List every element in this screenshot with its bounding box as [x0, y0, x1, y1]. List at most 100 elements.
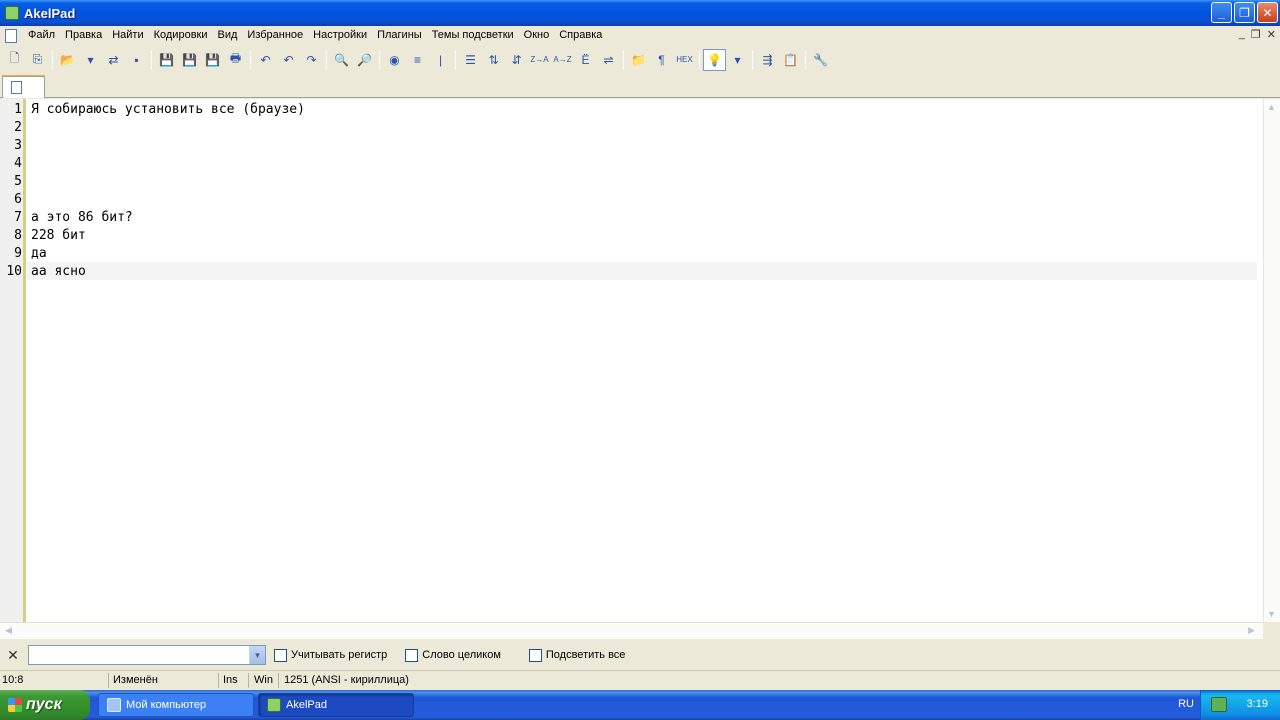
settings-button[interactable]: 🔧 [809, 49, 832, 71]
undo-button[interactable]: ↶ [277, 49, 300, 71]
whole-word-checkbox[interactable] [405, 648, 419, 662]
za-button[interactable]: Z→A [528, 49, 551, 71]
encoding[interactable]: 1251 (ANSI - кириллица) [284, 674, 409, 686]
close-doc-button[interactable]: ▪ [125, 49, 148, 71]
text-line[interactable]: Я собираюсь установить все (браузе) [31, 101, 305, 119]
whole-word-option[interactable]: Слово целиком [405, 648, 501, 662]
goto-button[interactable]: ◉ [383, 49, 406, 71]
task-my-computer[interactable]: Мой компьютер [98, 693, 254, 717]
az-button[interactable]: A→Z [551, 49, 574, 71]
case-icon: Ё [581, 52, 590, 67]
menu-item[interactable]: Справка [554, 26, 607, 45]
list-button[interactable]: ☰ [459, 49, 482, 71]
scroll-down-icon[interactable]: ▼ [1267, 609, 1276, 619]
match-case-option[interactable]: Учитывать регистр [274, 648, 387, 662]
horizontal-scrollbar[interactable]: ◀ ▶ [0, 622, 1263, 639]
copy-icon: ⎘ [32, 52, 43, 66]
pilcrow-button[interactable]: ¶ [650, 49, 673, 71]
menu-item[interactable]: Найти [107, 26, 148, 45]
hex-icon: HEX [676, 55, 693, 64]
menu-item[interactable]: Кодировки [149, 26, 213, 45]
maximize-button[interactable]: ❐ [1234, 2, 1255, 23]
save-as-button[interactable]: 💾 [178, 49, 201, 71]
mdi-close-button[interactable]: ✕ [1267, 28, 1276, 41]
copy-button[interactable]: ⎘ [26, 49, 49, 71]
close-doc-icon: ▪ [134, 52, 139, 67]
scroll-up-icon[interactable]: ▲ [1267, 102, 1276, 112]
line-number: 7 [14, 210, 22, 225]
open-folder-button[interactable]: 📂 [56, 49, 79, 71]
toolbar: 🗋 ⎘ 📂 ▾ ⇄ ▪ 💾 💾 💾 🖶 ↶ ↶ ↷ 🔍 🔎 ◉ ≡ | ☰ ⇅ ⇵ Z→A A→Z Ё ⇌ 📁 ¶ HEX 💡 ▾ ⇶ 📋 🔧 [0, 46, 1280, 73]
menu-item[interactable]: Избранное [242, 26, 308, 45]
new-file-button[interactable]: 🗋 [3, 49, 26, 71]
find-input[interactable]: ▼ [28, 645, 266, 665]
text-line[interactable]: да [31, 245, 47, 263]
find-button[interactable]: 🔍 [330, 49, 353, 71]
save-icon: 💾 [159, 52, 174, 67]
redo-icon: ↷ [306, 52, 317, 67]
mdi-restore-button[interactable]: ❐ [1251, 28, 1261, 41]
sort-asc-button[interactable]: ⇅ [482, 49, 505, 71]
vertical-scrollbar[interactable]: ▲ ▼ [1263, 99, 1280, 622]
scroll-left-icon[interactable]: ◀ [5, 625, 12, 636]
print-button[interactable]: 🖶 [224, 49, 247, 71]
toolbar-separator [455, 50, 456, 69]
za-icon: Z→A [530, 55, 549, 64]
folder-button[interactable]: 📁 [627, 49, 650, 71]
network-icon[interactable] [1211, 697, 1227, 712]
document-system-menu-icon[interactable] [5, 28, 17, 43]
split-button[interactable]: ⇶ [756, 49, 779, 71]
clipboard-button[interactable]: 📋 [779, 49, 802, 71]
tab-document[interactable] [2, 76, 45, 98]
marker-button[interactable]: | [429, 49, 452, 71]
highlight-all-checkbox[interactable] [528, 648, 542, 662]
scroll-right-icon[interactable]: ▶ [1248, 625, 1255, 636]
replace-button[interactable]: 🔎 [353, 49, 376, 71]
text-line[interactable]: аа ясно [31, 263, 86, 281]
redo-button[interactable]: ↷ [300, 49, 323, 71]
menu-item[interactable]: Темы подсветки [427, 26, 519, 45]
task-akelpad[interactable]: AkelPad [258, 693, 414, 717]
save-all-button[interactable]: 💾 [201, 49, 224, 71]
chevron-down-icon[interactable]: ▼ [249, 646, 265, 664]
line-number: 8 [14, 228, 22, 243]
menu-item[interactable]: Файл [23, 26, 60, 45]
line-number: 9 [14, 246, 22, 261]
insert-mode[interactable]: Ins [223, 674, 238, 686]
menu-item[interactable]: Плагины [372, 26, 427, 45]
open-dropdown-button[interactable]: ▾ [79, 49, 102, 71]
editor[interactable]: 1 2 3 4 5 6 7 8 9 10 Я собираюсь установить все (… [0, 99, 1280, 622]
clock[interactable]: 3:19 [1247, 698, 1268, 710]
menu-item[interactable]: Настройки [308, 26, 372, 45]
desktop: AkelPad _ ❐ ✕ Файл Правка Найти Кодировки Ви… [0, 0, 1280, 720]
title-bar[interactable]: AkelPad _ ❐ ✕ [0, 0, 1280, 26]
menu-item[interactable]: Правка [60, 26, 107, 45]
highlight-all-option[interactable]: Подсветить все [528, 648, 625, 662]
case-button[interactable]: Ё [574, 49, 597, 71]
pilcrow-icon: ¶ [658, 52, 665, 67]
bulb-button[interactable]: 💡 [703, 48, 726, 71]
close-button[interactable]: ✕ [1257, 2, 1278, 23]
undo-all-button[interactable]: ↶ [254, 49, 277, 71]
start-button[interactable]: пуск [0, 690, 90, 720]
close-icon: ✕ [1262, 5, 1273, 20]
print-icon: 🖶 [229, 51, 242, 65]
language-indicator[interactable]: RU [1178, 698, 1194, 710]
minimize-button[interactable]: _ [1211, 2, 1232, 23]
menu-item[interactable]: Вид [213, 26, 243, 45]
menu-item[interactable]: Окно [519, 26, 555, 45]
sort-desc-button[interactable]: ⇵ [505, 49, 528, 71]
mdi-minimize-button[interactable]: _ [1239, 28, 1245, 41]
bulb-dropdown-button[interactable]: ▾ [726, 49, 749, 71]
match-case-checkbox[interactable] [274, 648, 287, 662]
reopen-button[interactable]: ⇄ [102, 49, 125, 71]
text-line[interactable]: а это 86 бит? [31, 209, 133, 227]
text-line[interactable]: 228 бит [31, 227, 86, 245]
insert-date-button[interactable]: ≡ [406, 49, 429, 71]
hex-button[interactable]: HEX [673, 49, 696, 71]
save-button[interactable]: 💾 [155, 49, 178, 71]
newline-format[interactable]: Win [254, 674, 273, 686]
find-close-button[interactable]: ✕ [2, 647, 24, 664]
akelpad-app-icon[interactable] [5, 6, 19, 20]
convert-button[interactable]: ⇌ [597, 49, 620, 71]
